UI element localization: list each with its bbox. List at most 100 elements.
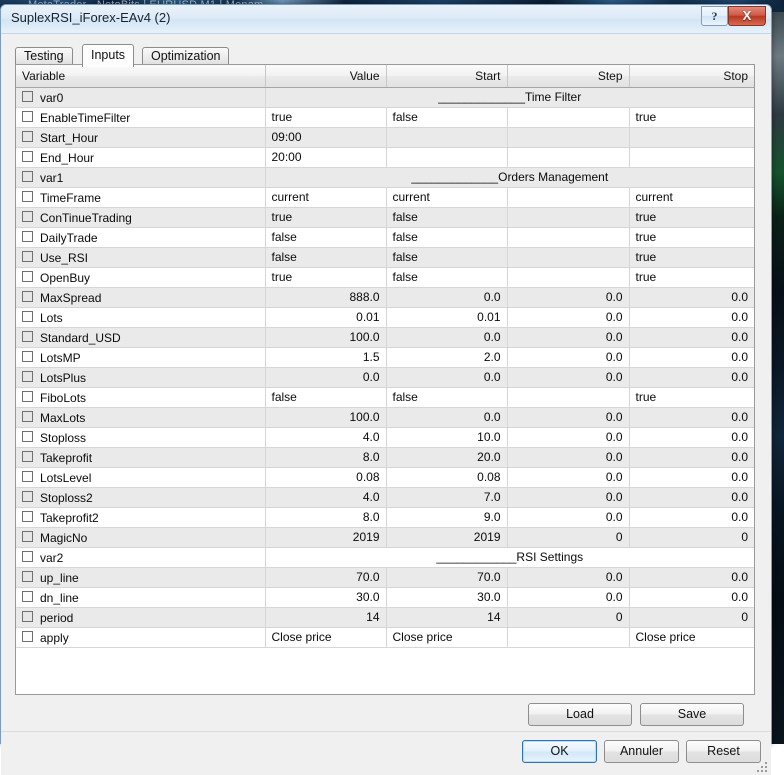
value-cell[interactable]: 888.0	[265, 287, 386, 307]
stop-cell[interactable]: 0.0	[629, 427, 754, 447]
ok-button[interactable]: OK	[522, 740, 597, 763]
value-cell[interactable]: false	[265, 227, 386, 247]
step-cell[interactable]	[507, 107, 629, 127]
checkbox-icon[interactable]	[22, 111, 33, 122]
step-cell[interactable]	[507, 387, 629, 407]
table-row[interactable]: OpenBuytruefalsetrue	[16, 267, 754, 287]
checkbox-icon[interactable]	[22, 571, 33, 582]
table-row[interactable]: var2____________RSI Settings	[16, 547, 754, 567]
tab-inputs[interactable]: Inputs	[82, 44, 134, 67]
table-row[interactable]: LotsLevel0.080.080.00.0	[16, 467, 754, 487]
start-cell[interactable]: 2019	[386, 527, 507, 547]
stop-cell[interactable]: 0.0	[629, 487, 754, 507]
cancel-button[interactable]: Annuler	[604, 740, 679, 763]
step-cell[interactable]: 0.0	[507, 327, 629, 347]
value-cell[interactable]: 100.0	[265, 327, 386, 347]
stop-cell[interactable]: true	[629, 107, 754, 127]
start-cell[interactable]: false	[386, 107, 507, 127]
table-row[interactable]: dn_line30.030.00.00.0	[16, 587, 754, 607]
stop-cell[interactable]: 0.0	[629, 447, 754, 467]
value-cell[interactable]: 4.0	[265, 487, 386, 507]
value-cell[interactable]: 14	[265, 607, 386, 627]
variable-cell[interactable]: DailyTrade	[16, 227, 265, 247]
step-cell[interactable]: 0.0	[507, 567, 629, 587]
value-cell[interactable]: 0.0	[265, 367, 386, 387]
start-cell[interactable]: 0.0	[386, 327, 507, 347]
variable-cell[interactable]: OpenBuy	[16, 267, 265, 287]
variable-cell[interactable]: up_line	[16, 567, 265, 587]
start-cell[interactable]: 70.0	[386, 567, 507, 587]
table-row[interactable]: ConTinueTradingtruefalsetrue	[16, 207, 754, 227]
variable-cell[interactable]: apply	[16, 627, 265, 647]
stop-cell[interactable]: 0.0	[629, 287, 754, 307]
stop-cell[interactable]	[629, 127, 754, 147]
variable-cell[interactable]: LotsLevel	[16, 467, 265, 487]
value-cell[interactable]: false	[265, 387, 386, 407]
step-cell[interactable]	[507, 627, 629, 647]
table-row[interactable]: period141400	[16, 607, 754, 627]
value-cell[interactable]: 0.01	[265, 307, 386, 327]
start-cell[interactable]: false	[386, 227, 507, 247]
start-cell[interactable]: 0.0	[386, 367, 507, 387]
step-cell[interactable]	[507, 267, 629, 287]
value-cell[interactable]: 100.0	[265, 407, 386, 427]
variable-cell[interactable]: TimeFrame	[16, 187, 265, 207]
start-cell[interactable]: Close price	[386, 627, 507, 647]
value-cell[interactable]: true	[265, 107, 386, 127]
value-cell[interactable]: 8.0	[265, 507, 386, 527]
table-row[interactable]: Start_Hour09:00	[16, 127, 754, 147]
value-cell[interactable]: Close price	[265, 627, 386, 647]
step-cell[interactable]: 0.0	[507, 507, 629, 527]
variable-cell[interactable]: Start_Hour	[16, 127, 265, 147]
step-cell[interactable]	[507, 247, 629, 267]
variable-cell[interactable]: Lots	[16, 307, 265, 327]
value-cell[interactable]: true	[265, 267, 386, 287]
stop-cell[interactable]: true	[629, 387, 754, 407]
checkbox-icon[interactable]	[22, 391, 33, 402]
checkbox-icon[interactable]	[22, 131, 33, 142]
start-cell[interactable]: false	[386, 387, 507, 407]
variable-cell[interactable]: LotsMP	[16, 347, 265, 367]
table-row[interactable]: var1_____________Orders Management	[16, 167, 754, 187]
table-row[interactable]: Use_RSIfalsefalsetrue	[16, 247, 754, 267]
variable-cell[interactable]: Stoploss	[16, 427, 265, 447]
checkbox-icon[interactable]	[22, 91, 33, 102]
start-cell[interactable]: 9.0	[386, 507, 507, 527]
stop-cell[interactable]: 0.0	[629, 567, 754, 587]
start-cell[interactable]: 14	[386, 607, 507, 627]
stop-cell[interactable]: 0.0	[629, 307, 754, 327]
start-cell[interactable]	[386, 147, 507, 167]
resize-grip[interactable]	[754, 759, 767, 772]
stop-cell[interactable]: 0	[629, 607, 754, 627]
table-row[interactable]: TimeFramecurrentcurrentcurrent	[16, 187, 754, 207]
stop-cell[interactable]: 0.0	[629, 327, 754, 347]
checkbox-icon[interactable]	[22, 191, 33, 202]
stop-cell[interactable]	[629, 147, 754, 167]
value-cell[interactable]: false	[265, 247, 386, 267]
variable-cell[interactable]: Use_RSI	[16, 247, 265, 267]
save-button[interactable]: Save	[640, 703, 744, 726]
step-cell[interactable]: 0.0	[507, 367, 629, 387]
start-cell[interactable]: 0.0	[386, 407, 507, 427]
start-cell[interactable]: 0.08	[386, 467, 507, 487]
variable-cell[interactable]: Stoploss2	[16, 487, 265, 507]
start-cell[interactable]	[386, 127, 507, 147]
table-row[interactable]: Standard_USD100.00.00.00.0	[16, 327, 754, 347]
variable-cell[interactable]: dn_line	[16, 587, 265, 607]
stop-cell[interactable]: 0.0	[629, 347, 754, 367]
value-cell[interactable]: 30.0	[265, 587, 386, 607]
step-cell[interactable]: 0.0	[507, 467, 629, 487]
value-cell[interactable]: 1.5	[265, 347, 386, 367]
variable-cell[interactable]: Takeprofit2	[16, 507, 265, 527]
start-cell[interactable]: false	[386, 267, 507, 287]
table-row[interactable]: Takeprofit28.09.00.00.0	[16, 507, 754, 527]
variable-cell[interactable]: Takeprofit	[16, 447, 265, 467]
table-row[interactable]: var0_____________Time Filter	[16, 87, 754, 107]
table-row[interactable]: MagicNo2019201900	[16, 527, 754, 547]
checkbox-icon[interactable]	[22, 611, 33, 622]
checkbox-icon[interactable]	[22, 631, 33, 642]
start-cell[interactable]: 7.0	[386, 487, 507, 507]
checkbox-icon[interactable]	[22, 231, 33, 242]
variable-cell[interactable]: EnableTimeFilter	[16, 107, 265, 127]
checkbox-icon[interactable]	[22, 451, 33, 462]
